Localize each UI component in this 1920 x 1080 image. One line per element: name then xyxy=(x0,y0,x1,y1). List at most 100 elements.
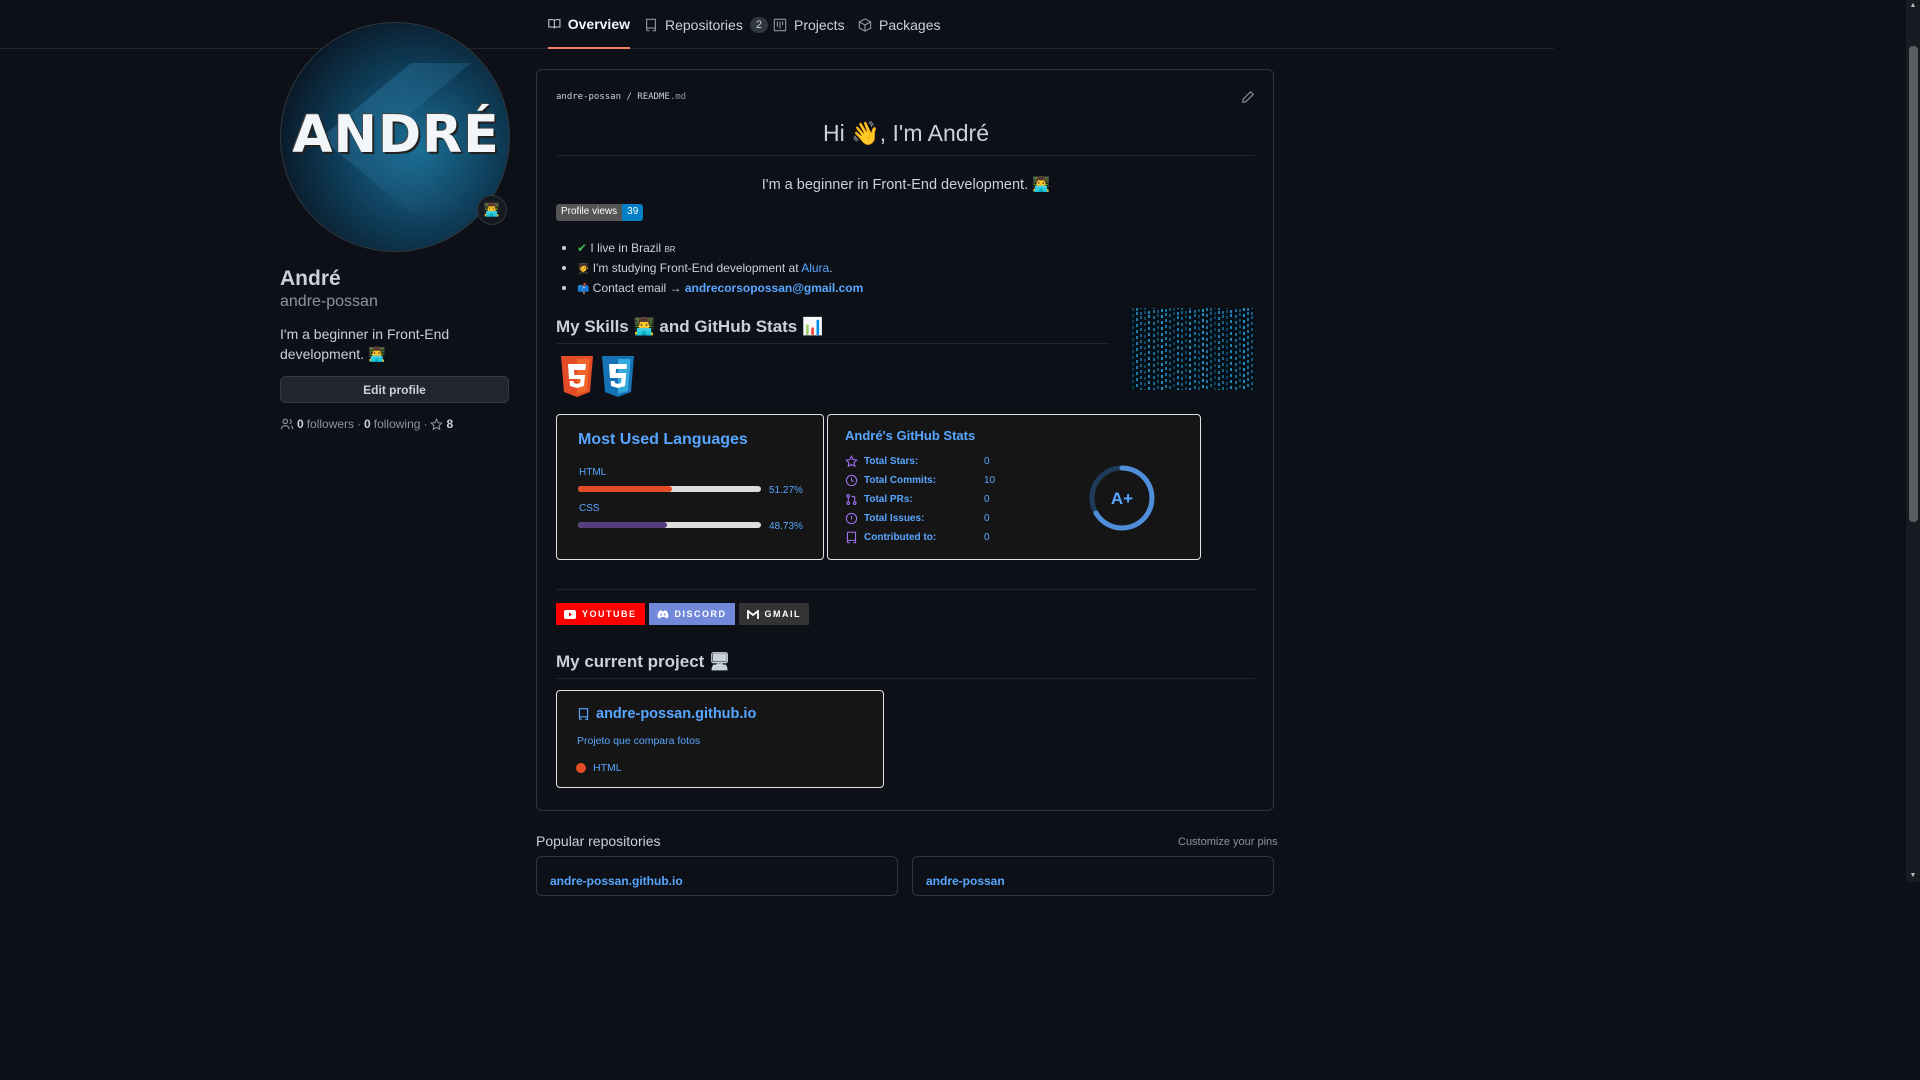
separator-dot: · xyxy=(357,417,362,431)
tab-repositories[interactable]: Repositories 2 xyxy=(644,0,768,49)
project-description: Projeto que compara fotos xyxy=(577,735,701,747)
stat-label: Total Issues: xyxy=(864,512,925,524)
followers-count[interactable]: 0 xyxy=(297,417,304,431)
matrix-column xyxy=(1250,308,1253,390)
followers-link[interactable]: followers xyxy=(307,417,354,431)
stat-label: Total PRs: xyxy=(864,493,913,505)
profile-fullname: André xyxy=(280,267,341,290)
email-link[interactable]: andrecorsopossan@gmail.com xyxy=(685,281,863,295)
list-item-text: Contact email → xyxy=(592,281,685,295)
list-item: ✔ I live in Brazil BR xyxy=(561,240,863,260)
project-icon xyxy=(773,18,787,31)
current-project-heading: My current project 🖥 xyxy=(556,652,1255,679)
language-percent-css: 48.73% xyxy=(769,521,803,532)
gmail-badge-link[interactable]: GMAIL xyxy=(738,603,810,625)
profile-bio: I'm a beginner in Front-End development.… xyxy=(280,326,450,362)
stat-row-contributed: Contributed to: 0 xyxy=(845,529,990,545)
stat-value: 0 xyxy=(984,493,990,505)
intro-list: ✔ I live in Brazil BR 🧑‍🎓 I'm studying F… xyxy=(561,240,863,300)
repo-icon xyxy=(578,708,589,720)
customize-pins-link[interactable]: Customize your pins xyxy=(1178,836,1278,848)
readme-title: Hi 👋, I'm André xyxy=(557,120,1255,156)
tab-overview[interactable]: Overview xyxy=(548,0,630,49)
tab-packages[interactable]: Packages xyxy=(858,0,940,49)
html5-icon xyxy=(561,356,593,397)
pinned-repo-card[interactable]: andre-possan xyxy=(912,856,1274,896)
matrix-column xyxy=(1132,308,1134,390)
matrix-column xyxy=(1246,308,1249,390)
pinned-repo-card[interactable]: andre-possan.github.io xyxy=(536,856,898,896)
repo-icon xyxy=(846,531,857,543)
discord-badge-label: DISCORD xyxy=(674,609,727,619)
current-project-card[interactable]: andre-possan.github.io Projeto que compa… xyxy=(556,690,884,788)
discord-badge-link[interactable]: DISCORD xyxy=(648,603,735,625)
book-icon xyxy=(548,18,561,28)
pencil-icon[interactable] xyxy=(1241,90,1255,104)
github-stats-card[interactable]: André's GitHub Stats Total Stars: 0 Tota… xyxy=(827,414,1201,560)
youtube-badge-link[interactable]: YOUTUBE xyxy=(556,603,645,625)
edit-profile-button[interactable]: Edit profile xyxy=(280,376,509,403)
language-bar-fill-html xyxy=(578,486,672,492)
youtube-badge-label: YOUTUBE xyxy=(582,609,637,619)
list-item: 🧑‍🎓 I'm studying Front-End development a… xyxy=(561,260,863,280)
project-language: HTML xyxy=(576,762,622,774)
readme-path-ext: .md xyxy=(669,92,687,102)
stat-row-commits: Total Commits: 10 xyxy=(845,472,995,488)
matrix-column xyxy=(1140,308,1143,390)
stat-value: 0 xyxy=(984,531,990,543)
language-name-html: HTML xyxy=(579,467,607,478)
scroll-thumb[interactable] xyxy=(1909,46,1918,522)
pinned-repo-name[interactable]: andre-possan xyxy=(926,874,1005,888)
pull-request-icon xyxy=(846,493,857,505)
following-count[interactable]: 0 xyxy=(364,417,371,431)
matrix-animation-image xyxy=(1129,308,1255,390)
follow-stats: 0 followers · 0 following · 8 xyxy=(280,417,510,431)
readme-path: andre-possan / README.md xyxy=(556,92,686,102)
language-bar-css xyxy=(578,522,761,528)
social-badges: YOUTUBE DISCORD GMAIL xyxy=(556,603,810,625)
matrix-column xyxy=(1209,308,1212,390)
readme-path-separator: / xyxy=(621,92,638,102)
student-icon: 🧑‍🎓 xyxy=(577,264,590,275)
most-used-languages-card[interactable]: Most Used Languages HTML 51.27% CSS 48.7… xyxy=(556,414,824,560)
project-language-label: HTML xyxy=(593,762,622,774)
following-link[interactable]: following xyxy=(374,417,421,431)
project-name: andre-possan.github.io xyxy=(596,706,757,722)
readme-path-file[interactable]: README xyxy=(637,92,670,102)
matrix-column xyxy=(1205,308,1208,390)
language-name-css: CSS xyxy=(579,503,600,514)
matrix-column xyxy=(1242,308,1245,390)
scroll-up-arrow-icon[interactable]: ▲ xyxy=(1906,2,1920,12)
matrix-column xyxy=(1152,308,1155,390)
brazil-flag-icon: BR xyxy=(664,245,676,254)
matrix-column xyxy=(1168,308,1171,390)
stat-row-issues: Total Issues: 0 xyxy=(845,510,990,526)
avatar[interactable]: ANDRÉ xyxy=(280,22,510,252)
tab-projects[interactable]: Projects xyxy=(773,0,845,49)
list-item-suffix: . xyxy=(829,261,833,275)
scroll-down-arrow-icon[interactable]: ▼ xyxy=(1906,872,1920,882)
stars-count[interactable]: 8 xyxy=(446,417,453,431)
project-name-link[interactable]: andre-possan.github.io xyxy=(577,706,756,722)
matrix-column xyxy=(1201,308,1204,390)
language-bar-html xyxy=(578,486,761,492)
page-scrollbar[interactable]: ▲ ▼ xyxy=(1906,0,1920,882)
divider xyxy=(556,589,1255,590)
popular-repos-heading: Popular repositories xyxy=(536,833,661,849)
youtube-icon xyxy=(564,609,576,619)
star-icon xyxy=(845,454,858,467)
status-emoji-badge[interactable]: 👨‍💻 xyxy=(477,195,507,225)
alura-link[interactable]: Alura xyxy=(801,261,829,275)
tab-packages-label: Packages xyxy=(879,16,941,33)
matrix-column xyxy=(1144,308,1147,390)
skills-heading: My Skills 👨‍💻 and GitHub Stats 📊 xyxy=(556,317,1109,344)
issue-icon xyxy=(845,512,858,524)
matrix-column xyxy=(1189,308,1192,390)
matrix-column xyxy=(1226,308,1229,390)
gmail-icon xyxy=(746,609,759,619)
matrix-column xyxy=(1218,308,1221,390)
matrix-column xyxy=(1193,308,1196,390)
matrix-column xyxy=(1181,308,1184,390)
readme-path-user[interactable]: andre-possan xyxy=(556,92,621,102)
pinned-repo-name[interactable]: andre-possan.github.io xyxy=(550,874,683,888)
